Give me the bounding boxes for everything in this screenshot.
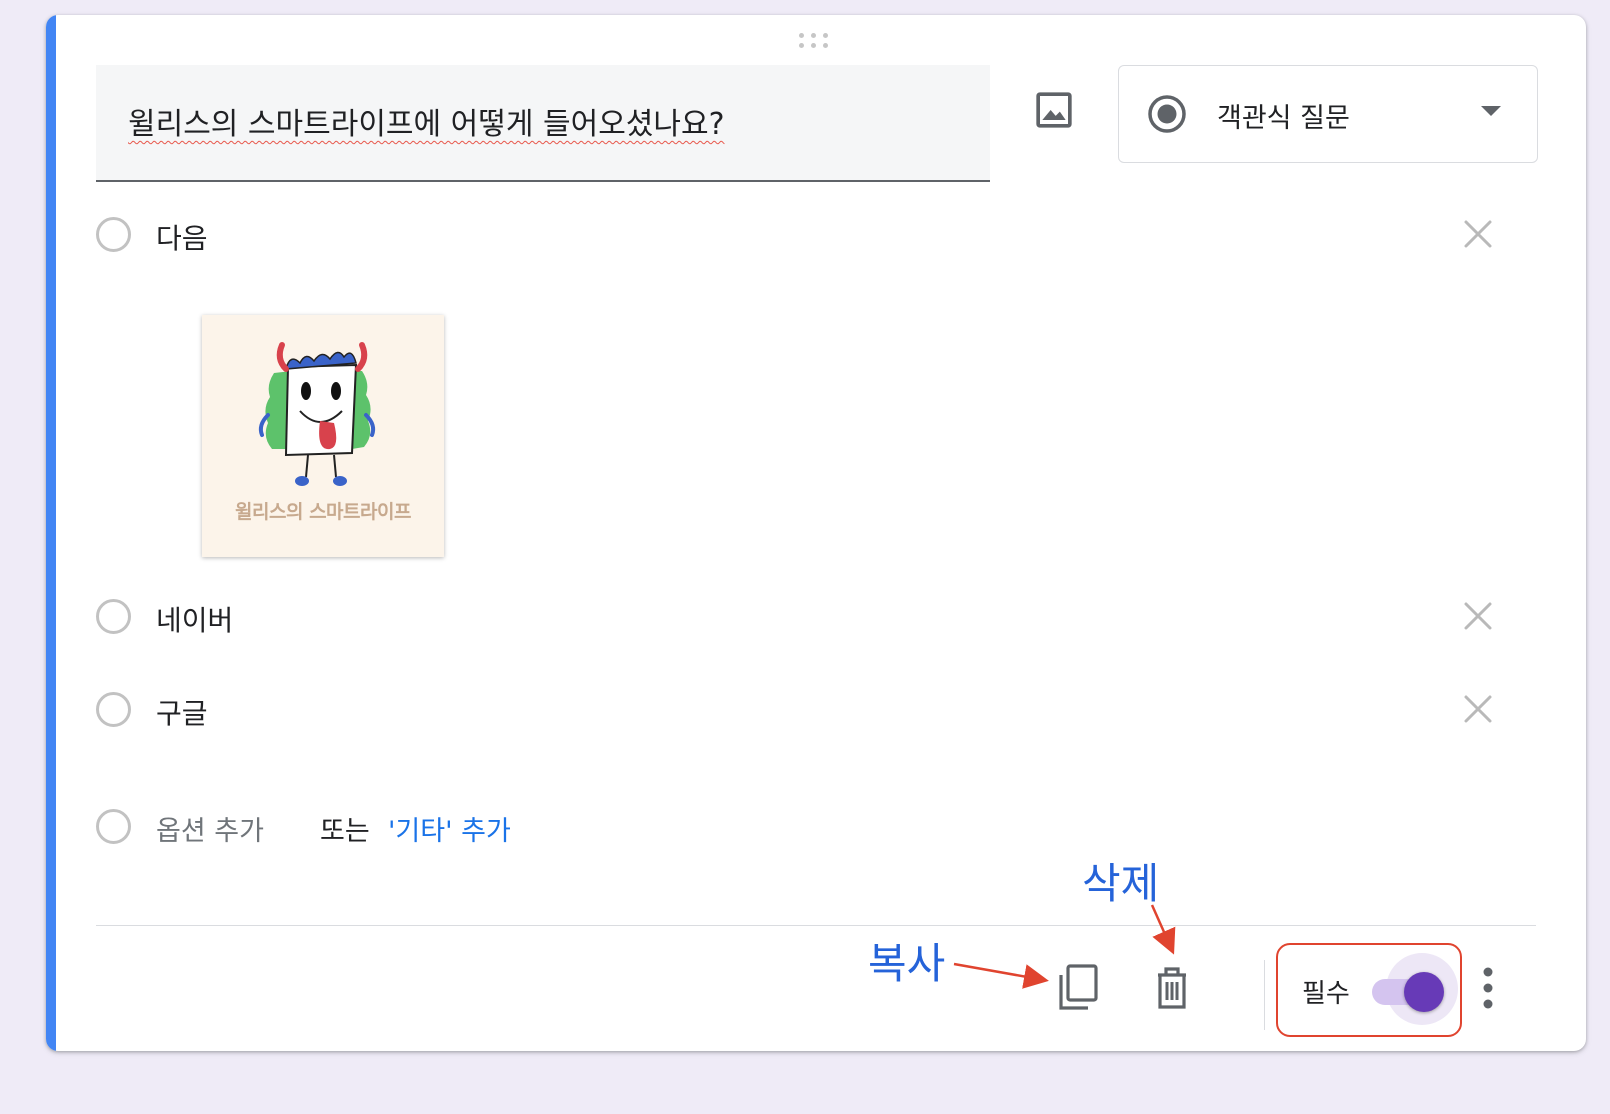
option-radio-icon [96, 217, 131, 252]
required-label: 필수 [1302, 979, 1350, 1009]
option-row: 네이버 [96, 597, 1536, 641]
add-image-icon[interactable] [1034, 90, 1074, 130]
footer-divider [96, 925, 1536, 926]
option-row: 구글 [96, 690, 1536, 734]
option-radio-icon [96, 599, 131, 634]
question-title-input[interactable]: 윌리스의 스마트라이프에 어떻게 들어오셨나요? [96, 65, 990, 182]
question-type-dropdown[interactable]: 객관식 질문 [1118, 65, 1538, 163]
option-radio-icon [96, 692, 131, 727]
option-image[interactable]: 윌리스의 스마트라이프 [202, 315, 444, 557]
question-type-label: 객관식 질문 [1217, 103, 1350, 134]
remove-option-icon[interactable] [1461, 217, 1495, 251]
required-toggle-highlight: 필수 [1276, 943, 1462, 1037]
remove-option-icon[interactable] [1461, 692, 1495, 726]
option-label[interactable]: 구글 [156, 692, 208, 732]
delete-icon[interactable] [1152, 965, 1192, 1011]
drag-handle-icon[interactable] [799, 33, 835, 55]
option-row: 다음 [96, 215, 1536, 259]
required-toggle-knob[interactable] [1404, 972, 1444, 1012]
add-other-button[interactable]: '기타' 추가 [388, 809, 511, 848]
add-option-row: 옵션 추가 또는 '기타' 추가 [96, 807, 696, 851]
more-options-icon[interactable] [1482, 965, 1494, 1011]
delete-annotation-label: 삭제 [1082, 859, 1160, 908]
radio-button-icon [1148, 95, 1186, 133]
option-label[interactable]: 다음 [156, 217, 208, 257]
copy-icon[interactable] [1056, 963, 1100, 1013]
add-option-or-text: 또는 [320, 816, 370, 847]
option-image-caption: 윌리스의 스마트라이프 [235, 501, 411, 523]
mascot-illustration [258, 342, 376, 486]
question-card[interactable]: 윌리스의 스마트라이프에 어떻게 들어오셨나요? 객관식 질문 다음 윌리스의 … [46, 15, 1586, 1051]
copy-annotation-label: 복사 [868, 939, 946, 988]
footer-vertical-divider [1264, 960, 1265, 1030]
active-card-accent [46, 15, 56, 1051]
add-option-button[interactable]: 옵션 추가 [156, 809, 264, 848]
remove-option-icon[interactable] [1461, 599, 1495, 633]
dropdown-arrow-icon [1481, 106, 1501, 116]
option-label[interactable]: 네이버 [156, 599, 233, 639]
option-radio-icon [96, 809, 131, 844]
question-title-text: 윌리스의 스마트라이프에 어떻게 들어오셨나요? [128, 107, 725, 142]
